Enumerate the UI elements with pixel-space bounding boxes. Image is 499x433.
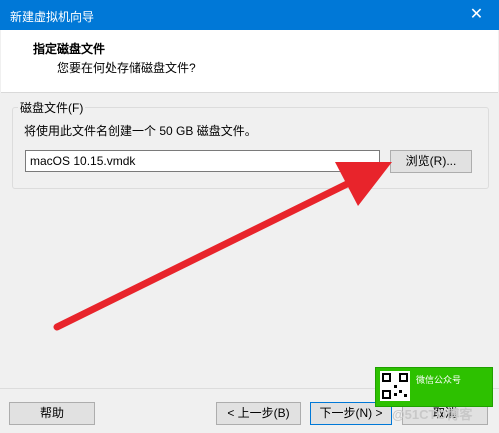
qr-code-icon	[380, 371, 410, 401]
watermark: @51CTO博客	[392, 407, 473, 422]
wechat-label: 微信公众号	[416, 375, 462, 385]
wechat-qr-overlay: 微信公众号	[375, 367, 493, 407]
